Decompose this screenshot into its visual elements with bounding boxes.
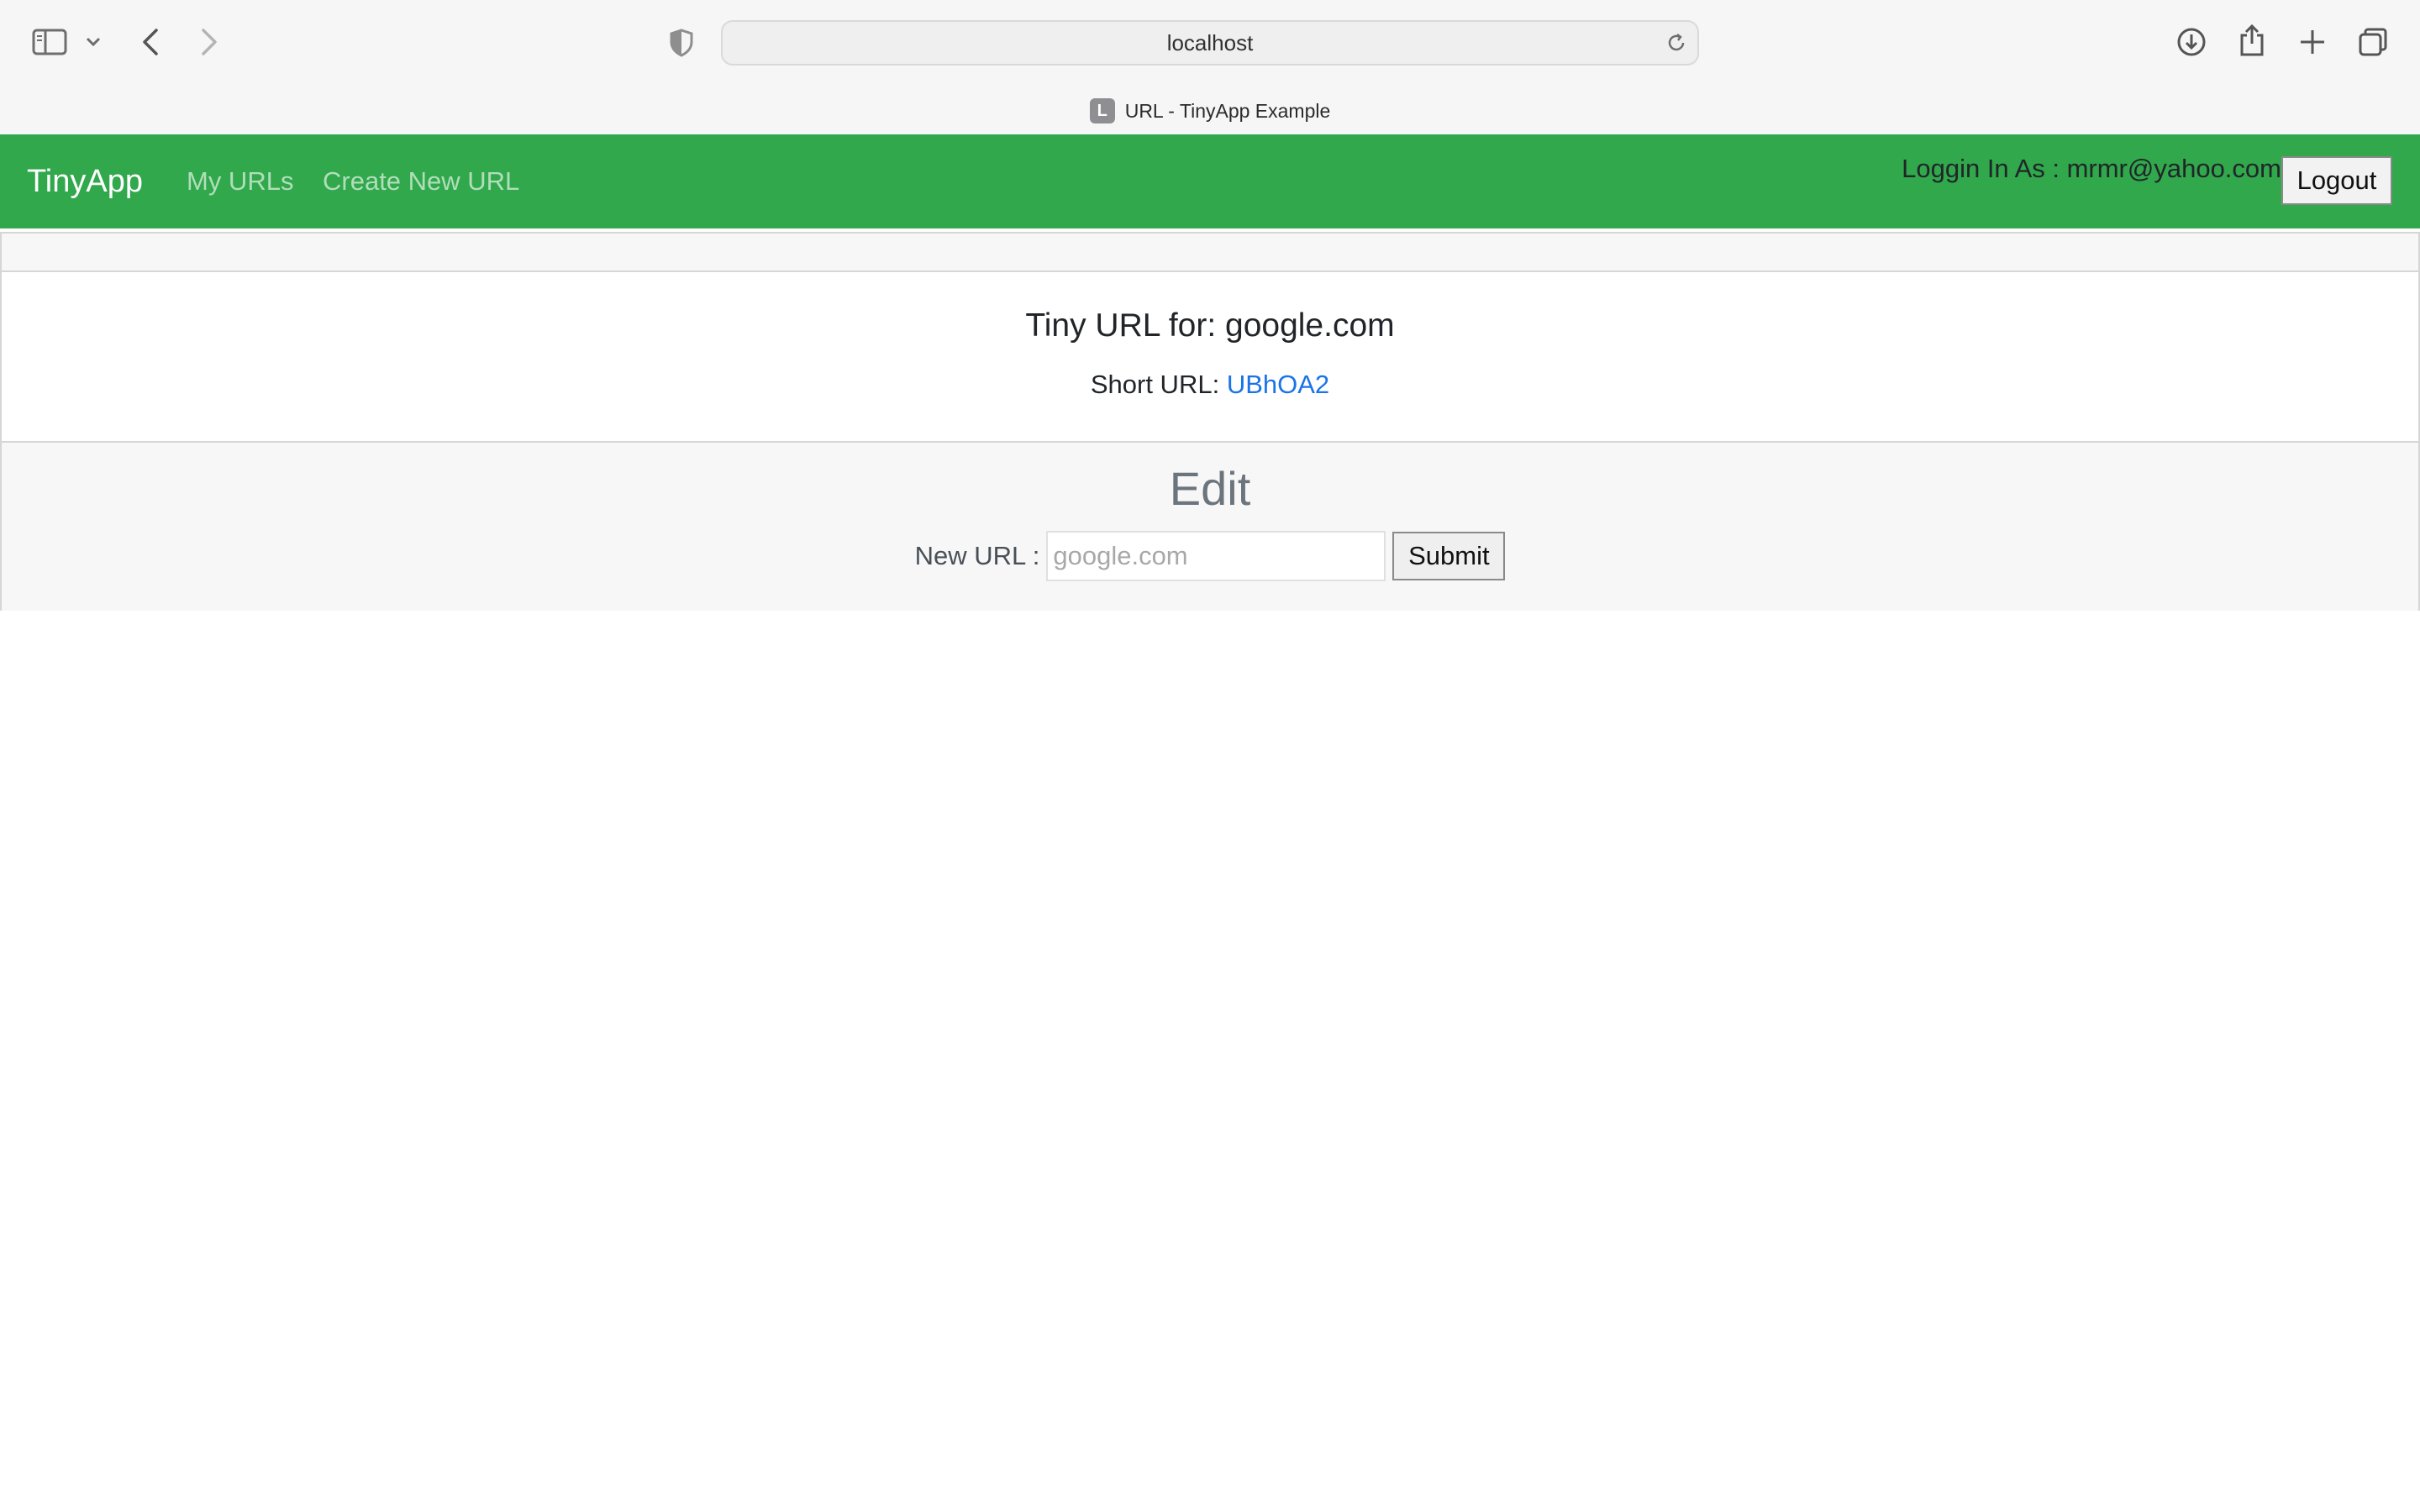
- edit-title: Edit: [1169, 462, 1251, 515]
- shield-icon[interactable]: [666, 27, 697, 59]
- short-url-row: Short URL: UBhOA2: [2, 370, 2418, 400]
- brand-link[interactable]: TinyApp: [27, 134, 143, 228]
- url-card: Tiny URL for: google.com Short URL: UBhO…: [0, 232, 2420, 611]
- edit-section: Edit New URL : Submit: [2, 441, 2418, 611]
- card-title: Tiny URL for: google.com: [1025, 307, 1395, 344]
- short-url-link[interactable]: UBhOA2: [1227, 370, 1329, 399]
- reload-icon[interactable]: [1664, 30, 1689, 55]
- logout-button[interactable]: Logout: [2281, 156, 2392, 205]
- share-icon[interactable]: [2235, 22, 2269, 59]
- new-tab-icon[interactable]: [2296, 25, 2329, 59]
- edit-form: New URL : Submit: [2, 530, 2418, 582]
- address-bar[interactable]: localhost: [721, 20, 1699, 66]
- submit-button[interactable]: Submit: [1392, 532, 1506, 580]
- forward-icon[interactable]: [195, 25, 224, 59]
- active-tab[interactable]: L URL - TinyApp Example: [0, 94, 2420, 128]
- nav-link-create-new-url[interactable]: Create New URL: [323, 134, 519, 228]
- new-url-label: New URL :: [914, 541, 1040, 570]
- back-icon[interactable]: [136, 25, 165, 59]
- nav-link-my-urls[interactable]: My URLs: [187, 134, 293, 228]
- download-icon[interactable]: [2175, 25, 2208, 59]
- tab-title-text: URL - TinyApp Example: [1124, 99, 1331, 122]
- chevron-down-icon[interactable]: [84, 32, 103, 52]
- address-text: localhost: [1166, 30, 1254, 55]
- login-status: Loggin In As : mrmr@yahoo.com: [1902, 154, 2281, 183]
- card-header: [2, 234, 2418, 272]
- favicon: L: [1089, 98, 1115, 123]
- tabs-overview-icon[interactable]: [2356, 25, 2390, 59]
- new-url-input[interactable]: [1046, 531, 1386, 581]
- navbar: TinyApp My URLs Create New URL Loggin In…: [0, 134, 2420, 228]
- sidebar-icon[interactable]: [30, 25, 69, 59]
- browser-chrome: localhost L URL - TinyApp Example: [0, 0, 2420, 135]
- short-url-label: Short URL:: [1090, 370, 1220, 399]
